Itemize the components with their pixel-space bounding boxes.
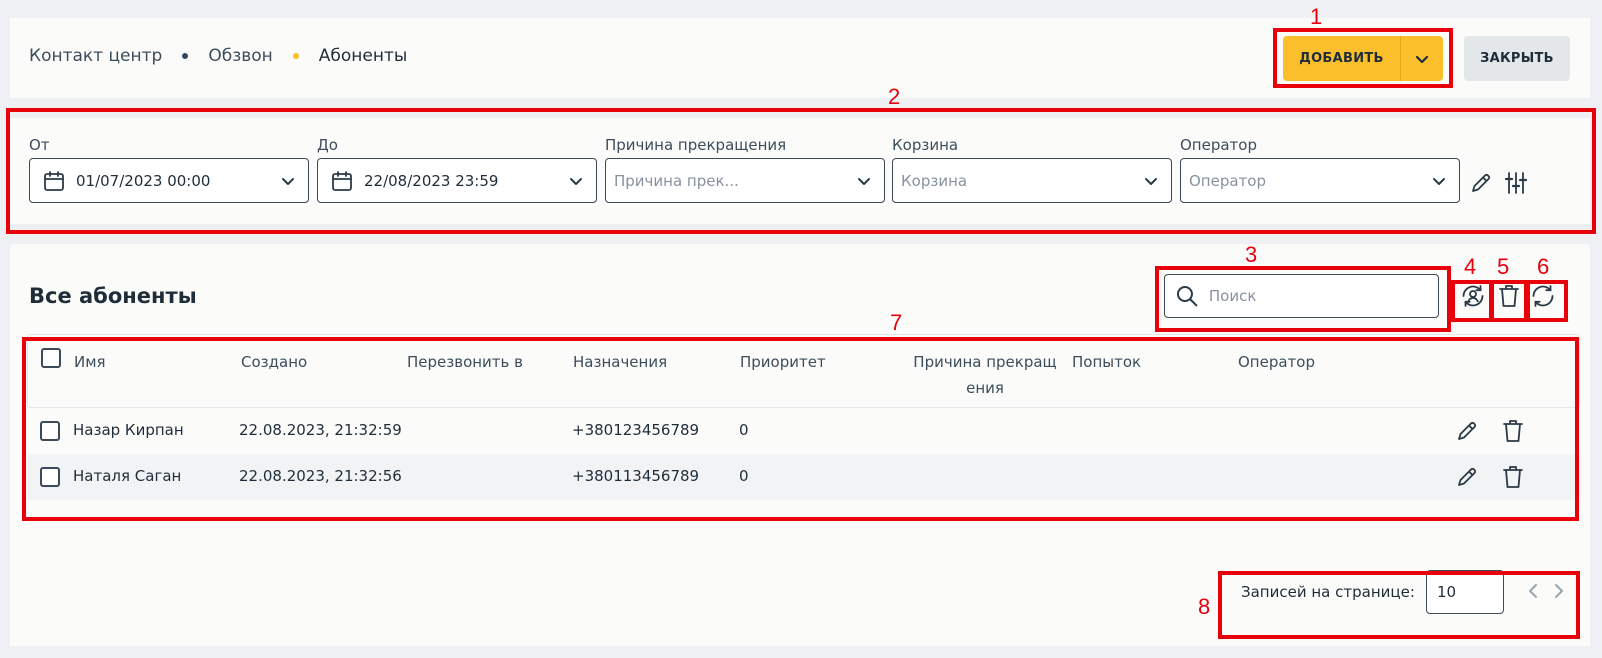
- search-input[interactable]: [1208, 287, 1428, 305]
- row-checkbox[interactable]: [40, 421, 60, 441]
- cell-priority: 0: [739, 467, 749, 485]
- cell-priority: 0: [739, 421, 749, 439]
- page-size-input[interactable]: 10: [1426, 570, 1504, 614]
- cell-created: 22.08.2023, 21:32:59: [239, 421, 402, 439]
- basket-label: Корзина: [892, 136, 959, 154]
- search-box: [1164, 274, 1439, 318]
- page-size-label: Записей на странице:: [1241, 583, 1415, 601]
- from-date-value: 01/07/2023 00:00: [76, 171, 211, 190]
- user-refresh-icon[interactable]: [1460, 283, 1486, 309]
- add-button[interactable]: ДОБАВИТЬ: [1283, 36, 1401, 81]
- cell-name: Наталя Саган: [73, 467, 182, 485]
- column-header-reason[interactable]: Причина прекращ ения: [908, 349, 1062, 401]
- chevron-down-icon: [856, 173, 872, 189]
- select-all-checkbox[interactable]: [41, 348, 61, 368]
- to-label: До: [317, 136, 338, 154]
- calendar-icon: [330, 169, 354, 193]
- to-date-value: 22/08/2023 23:59: [364, 171, 499, 190]
- breadcrumb-separator-dot: [292, 53, 299, 59]
- column-header-priority[interactable]: Приоритет: [740, 349, 826, 375]
- basket-select[interactable]: Корзина: [892, 158, 1172, 203]
- breadcrumb-subscribers: Абоненты: [318, 46, 408, 66]
- from-date-field[interactable]: 01/07/2023 00:00: [29, 158, 309, 203]
- chevron-down-icon: [1143, 173, 1159, 189]
- pencil-icon[interactable]: [1468, 170, 1494, 196]
- operator-placeholder: Оператор: [1189, 171, 1266, 190]
- column-header-destination[interactable]: Назначения: [573, 349, 667, 375]
- breadcrumb-dialer[interactable]: Обзвон: [208, 46, 272, 66]
- filters-panel: От 01/07/2023 00:00 До 22/08/2023 23:59 …: [10, 118, 1590, 224]
- calendar-icon: [42, 169, 66, 193]
- reason-placeholder: Причина прек...: [614, 171, 739, 190]
- to-date-field[interactable]: 22/08/2023 23:59: [317, 158, 597, 203]
- add-button-group: ДОБАВИТЬ: [1283, 36, 1443, 81]
- cell-destination: +380113456789: [572, 467, 700, 485]
- refresh-icon[interactable]: [1530, 283, 1556, 309]
- column-header-reason-line1: Причина прекращ: [913, 353, 1057, 371]
- sliders-icon[interactable]: [1503, 170, 1529, 196]
- table-row: Назар Кирпан 22.08.2023, 21:32:59 +38012…: [27, 408, 1580, 454]
- edit-row-icon[interactable]: [1454, 464, 1480, 490]
- breadcrumb-separator-dot: [182, 53, 189, 59]
- table-row: Наталя Саган 22.08.2023, 21:32:56 +38011…: [27, 454, 1580, 500]
- table-header: Имя Создано Перезвонить в Назначения При…: [27, 334, 1580, 408]
- column-header-name[interactable]: Имя: [74, 349, 106, 375]
- operator-select[interactable]: Оператор: [1180, 158, 1460, 203]
- column-header-callback[interactable]: Перезвонить в: [407, 349, 523, 375]
- from-label: От: [29, 136, 50, 154]
- column-header-operator[interactable]: Оператор: [1238, 349, 1315, 375]
- reason-select[interactable]: Причина прек...: [605, 158, 885, 203]
- chevron-right-icon[interactable]: [1551, 582, 1567, 600]
- chevron-down-icon: [280, 173, 296, 189]
- cell-destination: +380123456789: [572, 421, 700, 439]
- breadcrumb-contact-center[interactable]: Контакт центр: [29, 46, 162, 66]
- breadcrumb: Контакт центр Обзвон Абоненты: [29, 46, 407, 66]
- header-bar: Контакт центр Обзвон Абоненты ДОБАВИТЬ З…: [10, 18, 1590, 98]
- column-header-created[interactable]: Создано: [241, 349, 307, 375]
- page-title: Все абоненты: [29, 284, 197, 308]
- column-header-attempts[interactable]: Попыток: [1072, 349, 1141, 375]
- basket-placeholder: Корзина: [901, 171, 968, 190]
- delete-row-icon[interactable]: [1501, 464, 1525, 490]
- chevron-down-icon: [568, 173, 584, 189]
- reason-label: Причина прекращения: [605, 136, 787, 154]
- subscribers-panel: Все абоненты Имя Создано Перезвонить в Н…: [10, 244, 1590, 646]
- chevron-left-icon[interactable]: [1525, 582, 1541, 600]
- chevron-down-icon: [1415, 55, 1429, 63]
- subscribers-table: Имя Создано Перезвонить в Назначения При…: [27, 334, 1580, 500]
- operator-label: Оператор: [1180, 136, 1257, 154]
- chevron-down-icon: [1431, 173, 1447, 189]
- search-icon: [1176, 286, 1198, 307]
- add-dropdown-button[interactable]: [1401, 36, 1443, 81]
- edit-row-icon[interactable]: [1454, 418, 1480, 444]
- cell-created: 22.08.2023, 21:32:56: [239, 467, 402, 485]
- delete-row-icon[interactable]: [1501, 418, 1525, 444]
- row-checkbox[interactable]: [40, 467, 60, 487]
- cell-name: Назар Кирпан: [73, 421, 184, 439]
- column-header-reason-line2: ения: [966, 379, 1004, 397]
- trash-icon[interactable]: [1497, 283, 1521, 309]
- close-button[interactable]: ЗАКРЫТЬ: [1464, 36, 1570, 81]
